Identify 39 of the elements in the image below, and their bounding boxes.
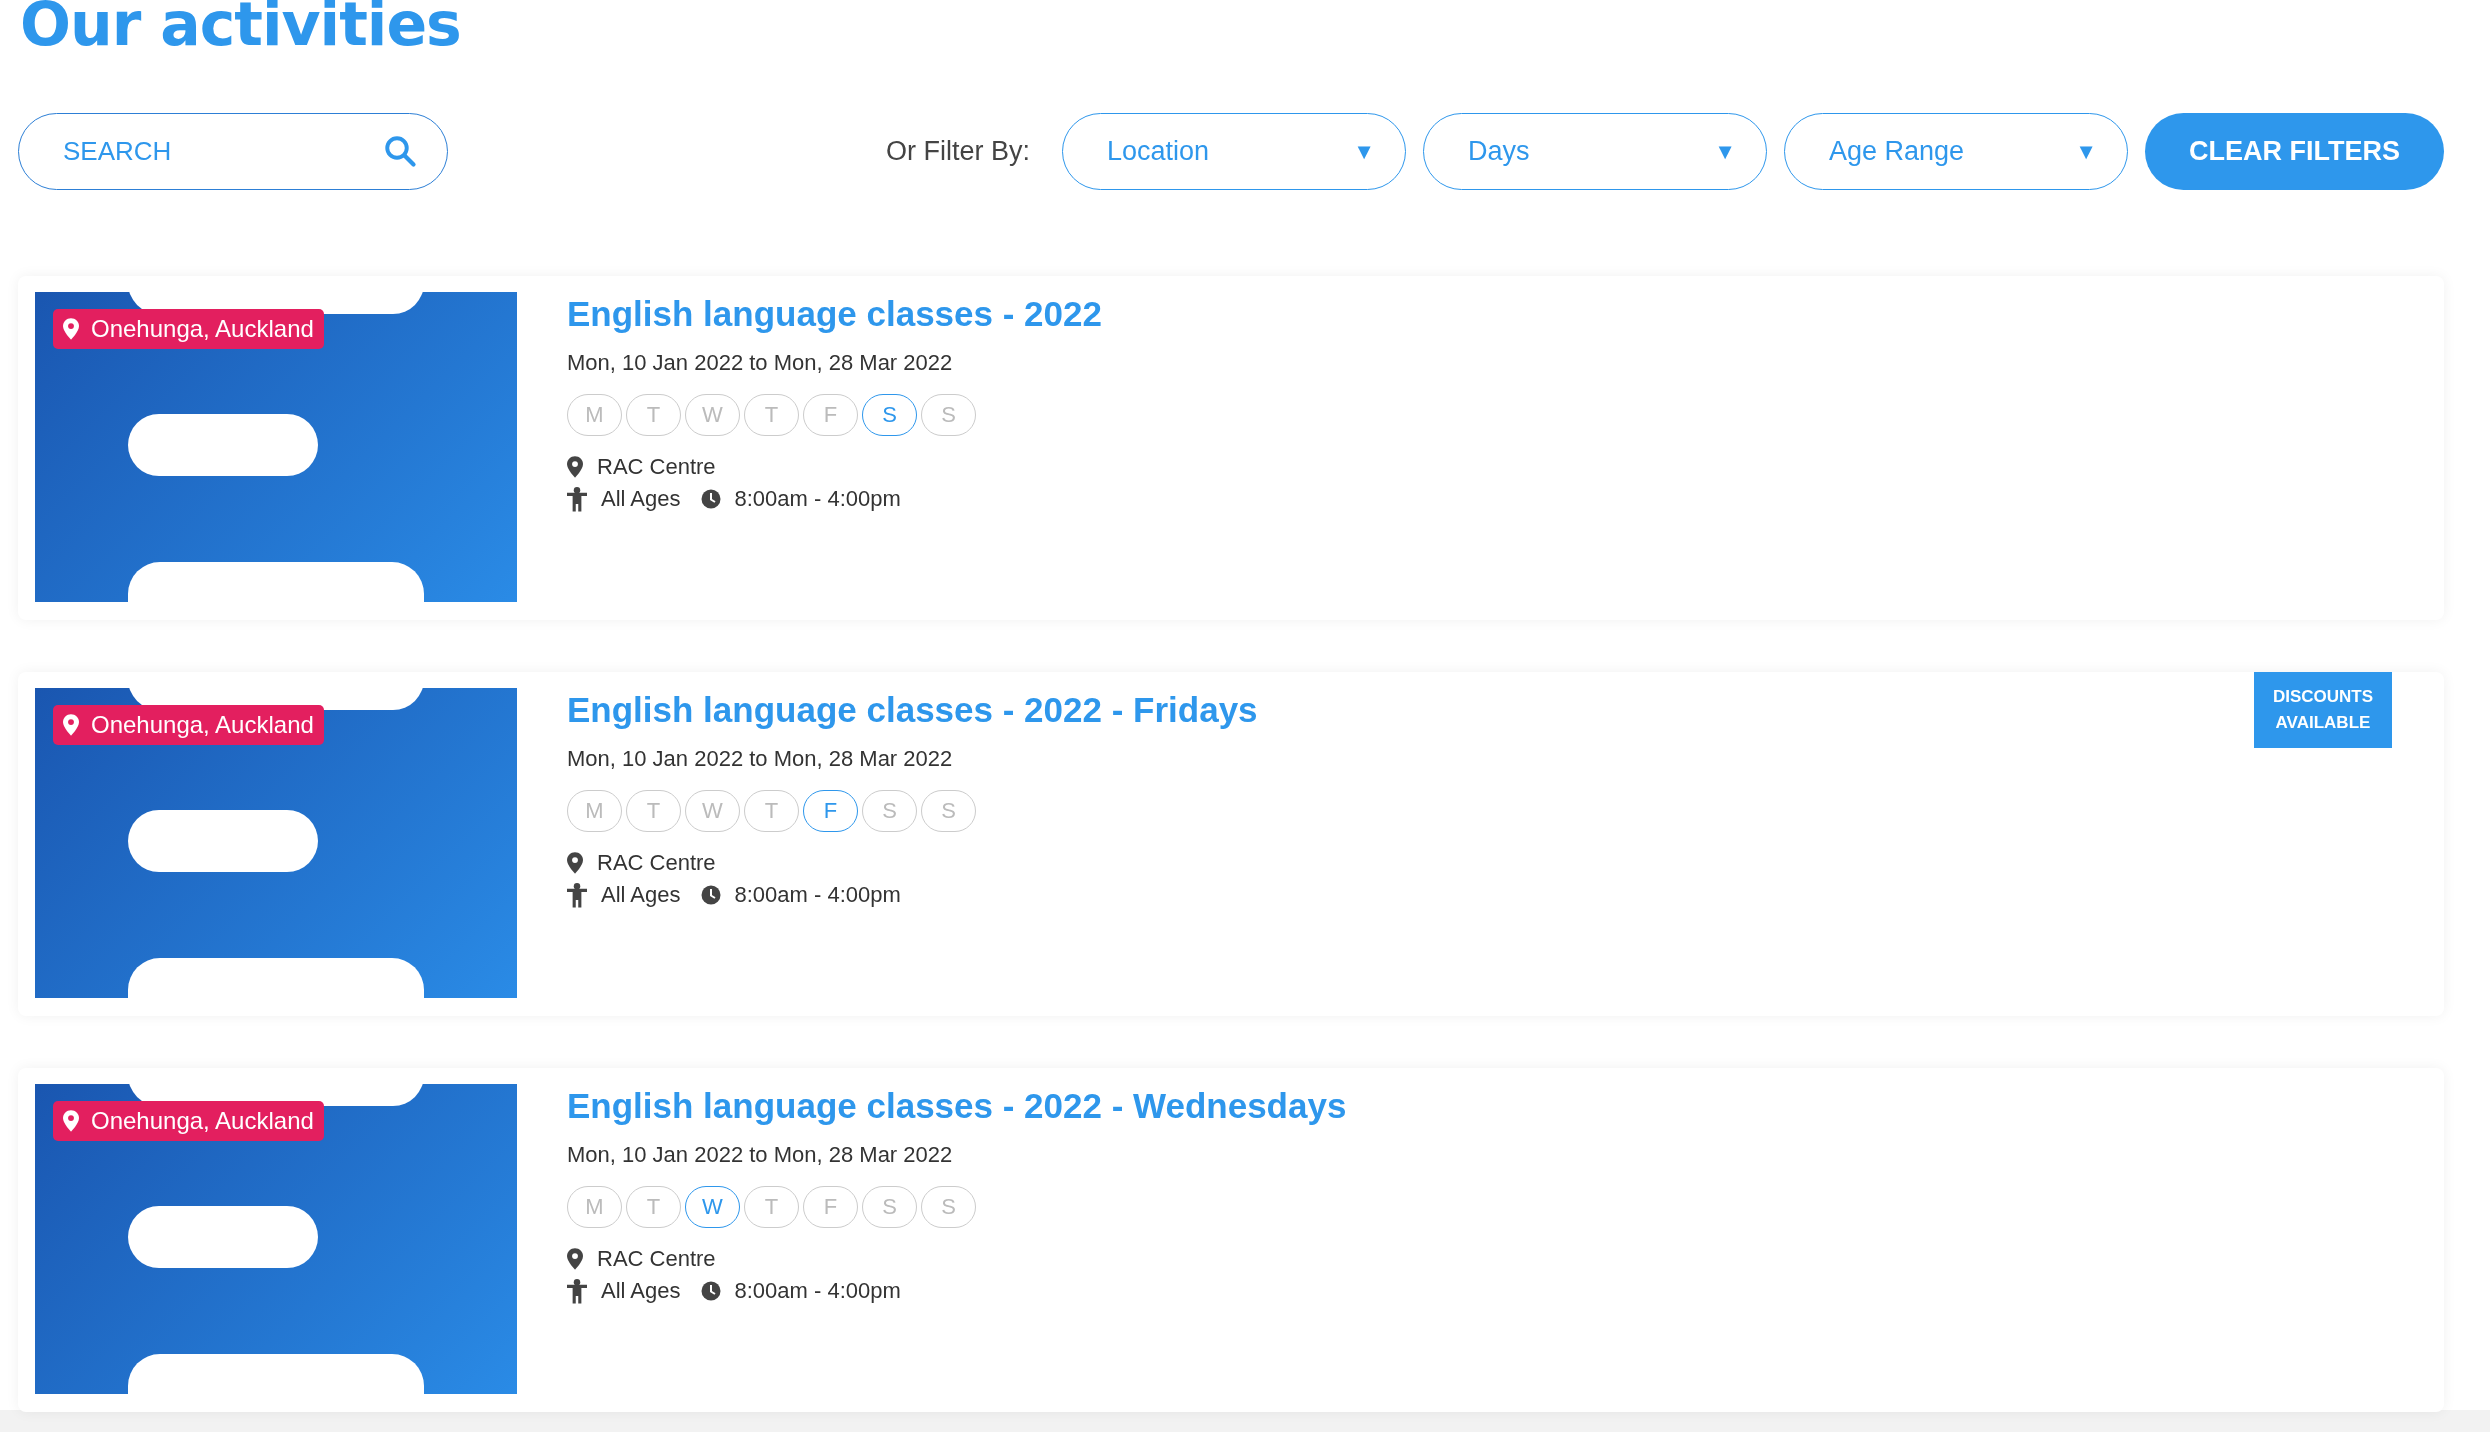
activity-title[interactable]: English language classes - 2022 — [567, 294, 1102, 334]
discount-badge: DISCOUNTS AVAILABLE — [2254, 672, 2392, 748]
map-pin-icon — [63, 1110, 79, 1132]
map-pin-icon — [63, 714, 79, 736]
location-text: Onehunga, Auckland — [91, 315, 314, 343]
date-range: Mon, 10 Jan 2022 to Mon, 28 Mar 2022 — [567, 1142, 954, 1168]
date-range: Mon, 10 Jan 2022 to Mon, 28 Mar 2022 — [567, 746, 954, 772]
person-icon — [567, 882, 587, 908]
age-text: All Ages — [601, 1278, 681, 1304]
map-pin-icon — [567, 456, 583, 478]
time-text: 8:00am - 4:00pm — [734, 486, 901, 512]
map-pin-icon — [63, 318, 79, 340]
clear-filters-button[interactable]: CLEAR FILTERS — [2145, 113, 2444, 190]
activity-title[interactable]: English language classes - 2022 - Fridays — [567, 690, 1258, 730]
location-text: Onehunga, Auckland — [91, 1107, 314, 1135]
venue-text: RAC Centre — [597, 850, 716, 876]
time-text: 8:00am - 4:00pm — [734, 882, 901, 908]
filter-dropdown[interactable]: Location ▼ — [1062, 113, 1406, 190]
map-pin-icon — [567, 1248, 583, 1270]
person-icon — [567, 486, 587, 512]
filter-dropdown[interactable]: Age Range ▼ — [1784, 113, 2128, 190]
activity-title[interactable]: English language classes - 2022 - Wednesdays — [567, 1086, 1347, 1126]
clock-icon — [700, 489, 721, 509]
age-text: All Ages — [601, 882, 681, 908]
filter-dropdown[interactable]: Days ▼ — [1423, 113, 1767, 190]
search-field[interactable]: SEARCH — [18, 113, 448, 190]
venue-text: RAC Centre — [597, 1246, 716, 1272]
age-text: All Ages — [601, 486, 681, 512]
person-icon — [567, 1278, 587, 1304]
date-range: Mon, 10 Jan 2022 to Mon, 28 Mar 2022 — [567, 350, 954, 376]
search-icon[interactable] — [382, 133, 418, 169]
clock-icon — [700, 1281, 721, 1301]
clock-icon — [700, 885, 721, 905]
map-pin-icon — [567, 852, 583, 874]
filter-label: Or Filter By: — [886, 136, 1030, 167]
location-text: Onehunga, Auckland — [91, 711, 314, 739]
time-text: 8:00am - 4:00pm — [734, 1278, 901, 1304]
venue-text: RAC Centre — [597, 454, 716, 480]
page-heading: Our activities — [20, 0, 462, 60]
